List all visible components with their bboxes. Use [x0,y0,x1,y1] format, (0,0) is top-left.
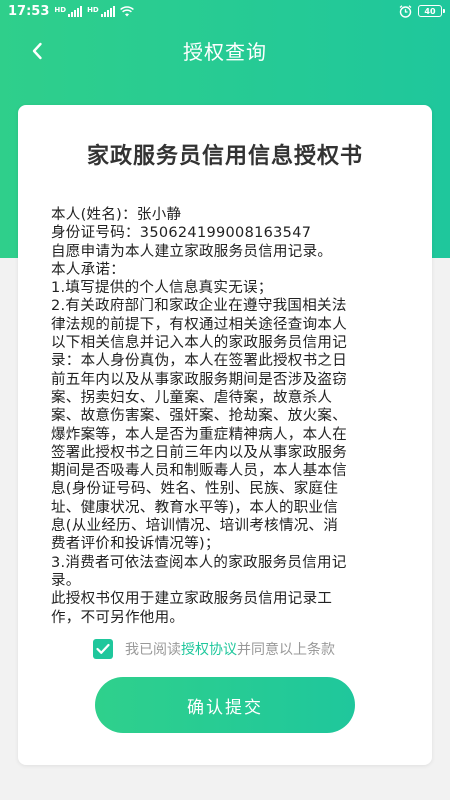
document-line: 前五年内以及从事家政服务期间是否涉及盗窃 [51,371,347,388]
battery-icon: 40 [418,5,445,17]
document-line: 签署此授权书之日前三年内以及从事家政服务 [51,444,347,461]
document-line: 1.填写提供的个人信息真实无误； [51,280,273,297]
signal-icon: HD [54,5,83,17]
nav-bar: 授权查询 [0,22,450,78]
document-line: 录：本人身份真伪，本人在签署此授权书之日 [51,353,347,370]
agreement-link[interactable]: 授权协议 [181,639,237,659]
agreement-prefix: 我已阅读 [125,642,181,658]
document-line: 本人承诺： [51,261,125,278]
agreement-suffix: 并同意以上条款 [237,642,335,658]
document-line: 息(身份证号码、姓名、性别、民族、家庭住 [51,481,339,498]
document-line: 作，不可另作他用。 [51,609,185,626]
document-line: 律法规的前提下，有权通过相关途径查询本人 [51,316,347,333]
document-line: 案、故意伤害案、强奸案、抢劫案、放火案、 [51,408,347,425]
agreement-row: 我已阅读 授权协议 并同意以上条款 [93,638,335,660]
document-line: 以下相关信息并记入本人的家政服务员信用记 [51,335,347,352]
document-line: 案、拐卖妇女、儿童案、虐待案，故意杀人 [51,389,333,406]
document-body: 本人(姓名)：张小静身份证号码：350624199008163547 自愿申请为本… [51,206,403,627]
document-line: 爆炸案等，本人是否为重症精神病人，本人在 [51,426,347,443]
page-title: 授权查询 [183,39,267,64]
signal-icon-2: HD [87,5,115,17]
document-title: 家政服务员信用信息授权书 [86,144,363,169]
chevron-left-icon [32,42,42,60]
document-line: 2.有关政府部门和家政企业在遵守我国相关法 [51,298,347,315]
submit-button[interactable]: 确认提交 [95,677,355,733]
document-line: 3.消费者可依法查阅本人的家政服务员信用记 [51,554,347,571]
back-button[interactable] [22,36,52,66]
status-bar: 17:53 HD HD 40 [0,0,450,22]
document-line: 此授权书仅用于建立家政服务员信用记录工 [51,591,333,608]
wifi-icon [119,5,134,16]
document-line: 期间是否吸毒人员和制贩毒人员，本人基本信 [51,463,347,480]
status-time: 17:53 [8,3,50,19]
alarm-icon [399,4,412,18]
check-icon [96,643,110,654]
document-line: 费者评价和投诉情况等)； [51,536,220,553]
document-line: 本人(姓名)：张小静 [51,207,182,223]
agree-checkbox[interactable] [93,639,113,659]
document-line: 息(从业经历、培训情况、培训考核情况、消 [51,518,339,535]
document-line: 址、健康状况、教育水平等)，本人的职业信 [51,499,339,516]
document-line: 录。 [51,572,81,589]
authorization-card: 家政服务员信用信息授权书 本人(姓名)：张小静身份证号码：35062419900… [18,105,432,765]
document-line: 身份证号码：350624199008163547 [51,225,312,242]
document-line: 自愿申请为本人建立家政服务员信用记录。 [51,243,333,260]
